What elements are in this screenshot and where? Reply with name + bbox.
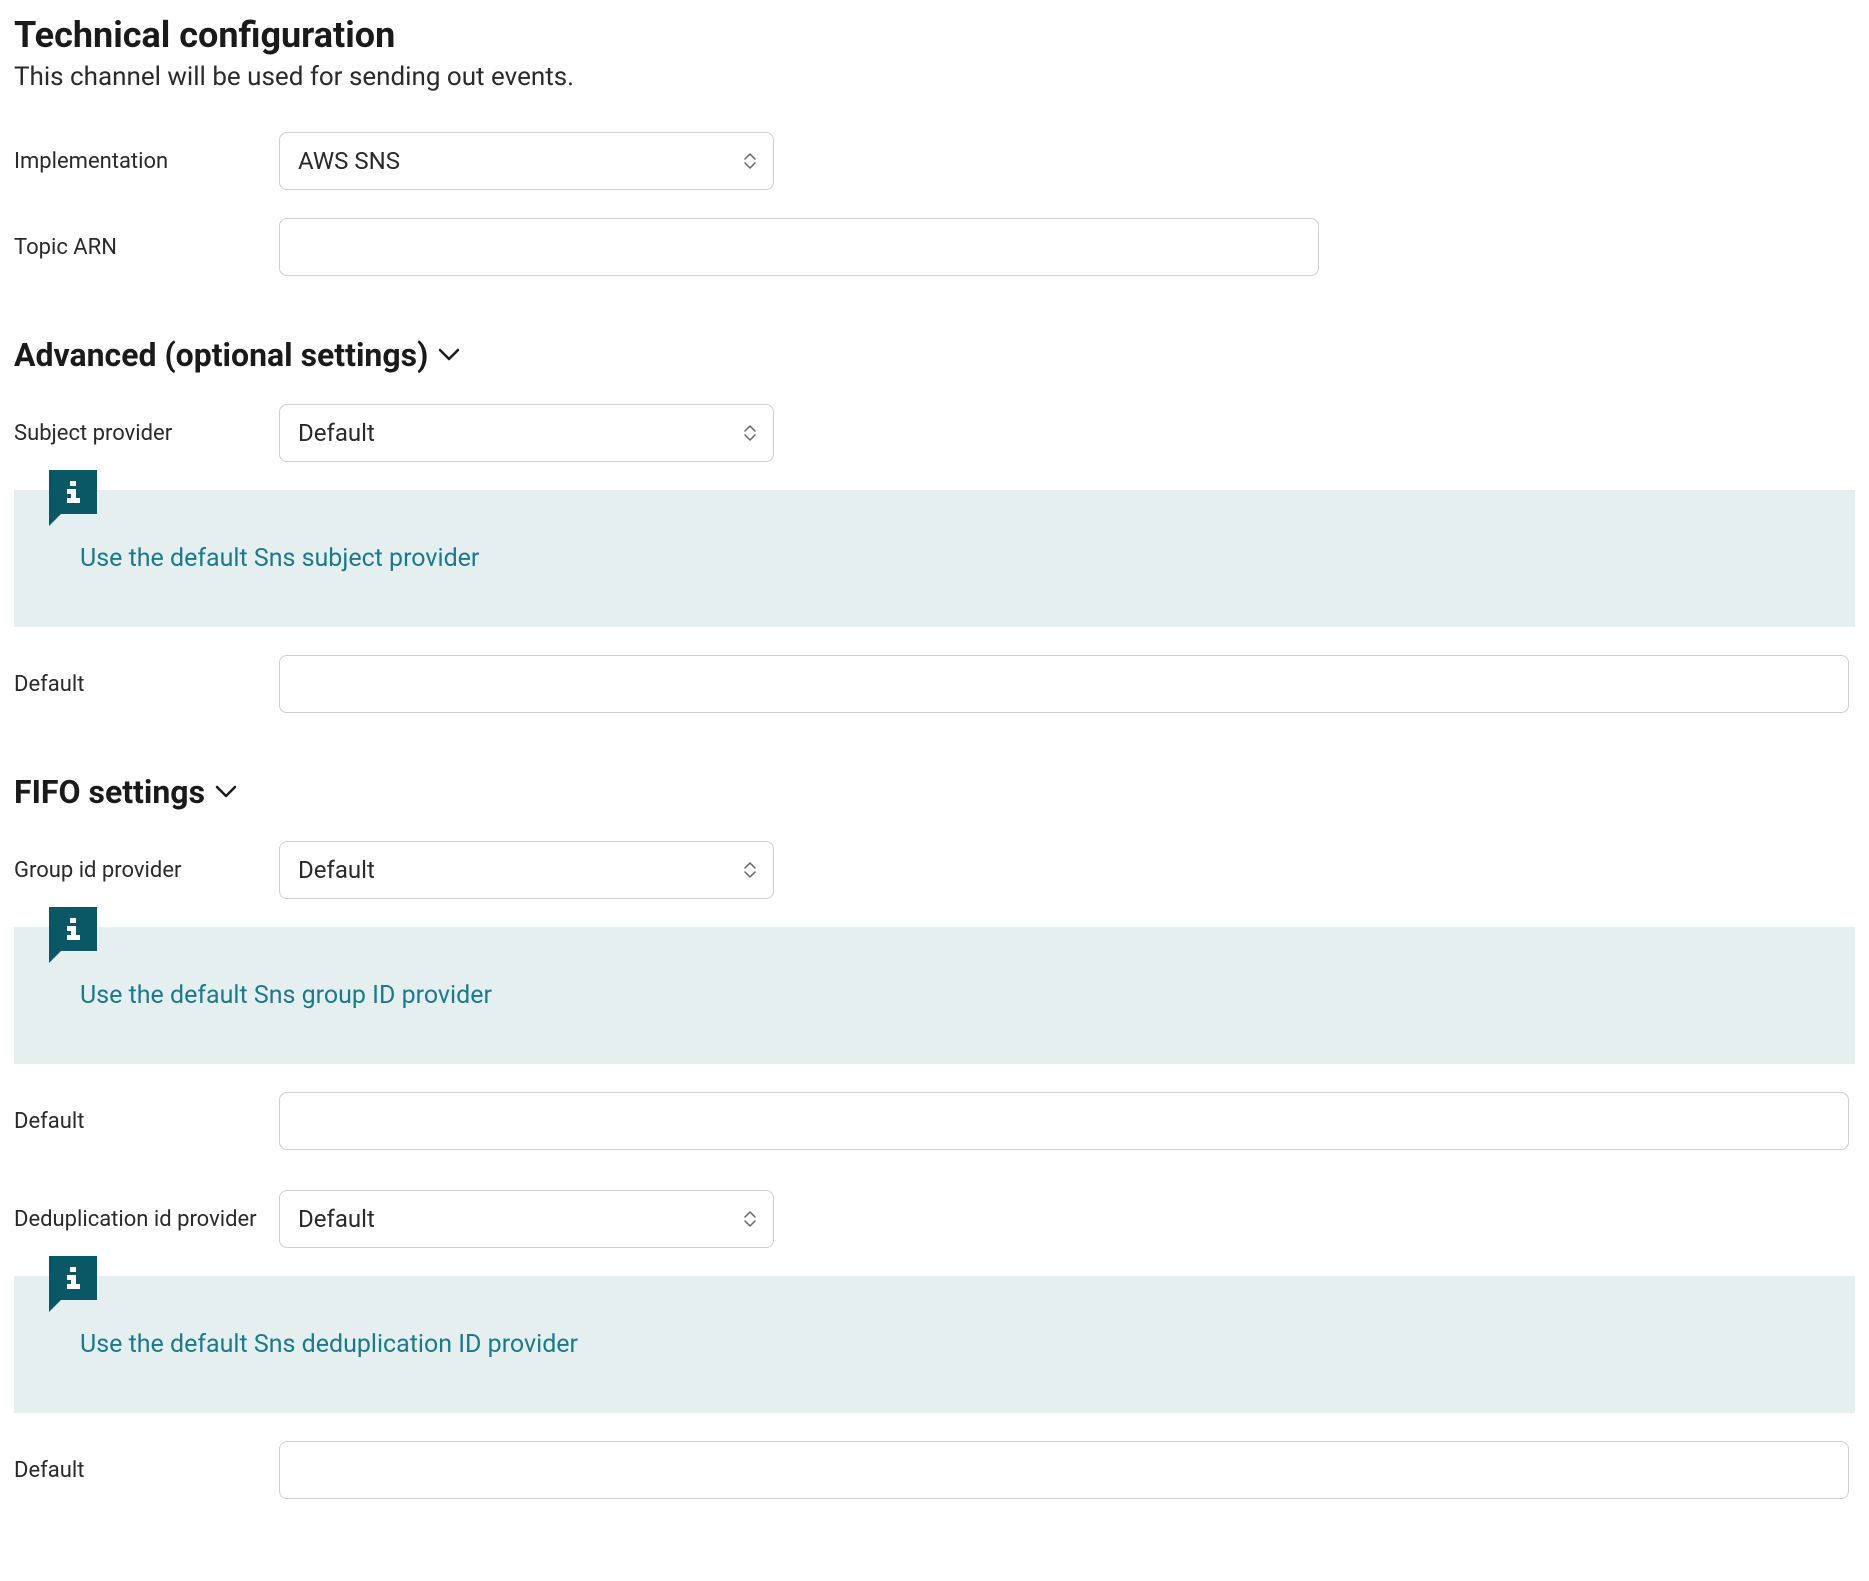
topic-arn-label: Topic ARN [14,235,279,260]
topic-arn-input[interactable] [279,218,1319,276]
info-icon [49,470,97,514]
group-id-provider-select[interactable]: Default [279,841,774,899]
group-id-provider-label: Group id provider [14,858,279,883]
group-default-label: Default [14,1109,279,1134]
subject-provider-info-box: Use the default Sns subject provider [14,490,1855,627]
chevron-down-icon [438,348,460,362]
group-id-provider-select-wrapper: Default [279,841,774,899]
advanced-default-input[interactable] [279,655,1849,713]
subject-provider-select[interactable]: Default [279,404,774,462]
subject-provider-label: Subject provider [14,421,279,446]
subject-provider-select-wrapper: Default [279,404,774,462]
dedup-id-info-text: Use the default Sns deduplication ID pro… [80,1330,1789,1359]
group-default-input[interactable] [279,1092,1849,1150]
group-id-info-box: Use the default Sns group ID provider [14,927,1855,1064]
technical-config-subtitle: This channel will be used for sending ou… [14,62,1855,92]
info-icon [49,907,97,951]
dedup-id-provider-label: Deduplication id provider [14,1207,279,1232]
fifo-section-toggle[interactable]: FIFO settings [14,773,1855,811]
chevron-down-icon [215,785,237,799]
dedup-id-provider-select-wrapper: Default [279,1190,774,1248]
info-icon [49,1256,97,1300]
advanced-section-title: Advanced (optional settings) [14,336,428,374]
implementation-label: Implementation [14,149,279,174]
dedup-id-info-box: Use the default Sns deduplication ID pro… [14,1276,1855,1413]
dedup-default-label: Default [14,1458,279,1483]
subject-provider-info-text: Use the default Sns subject provider [80,544,1789,573]
dedup-default-input[interactable] [279,1441,1849,1499]
implementation-select[interactable]: AWS SNS [279,132,774,190]
advanced-default-label: Default [14,672,279,697]
implementation-select-wrapper: AWS SNS [279,132,774,190]
advanced-section-toggle[interactable]: Advanced (optional settings) [14,336,1855,374]
dedup-id-provider-select[interactable]: Default [279,1190,774,1248]
fifo-section-title: FIFO settings [14,773,205,811]
group-id-info-text: Use the default Sns group ID provider [80,981,1789,1010]
technical-config-title: Technical configuration [14,14,1855,56]
